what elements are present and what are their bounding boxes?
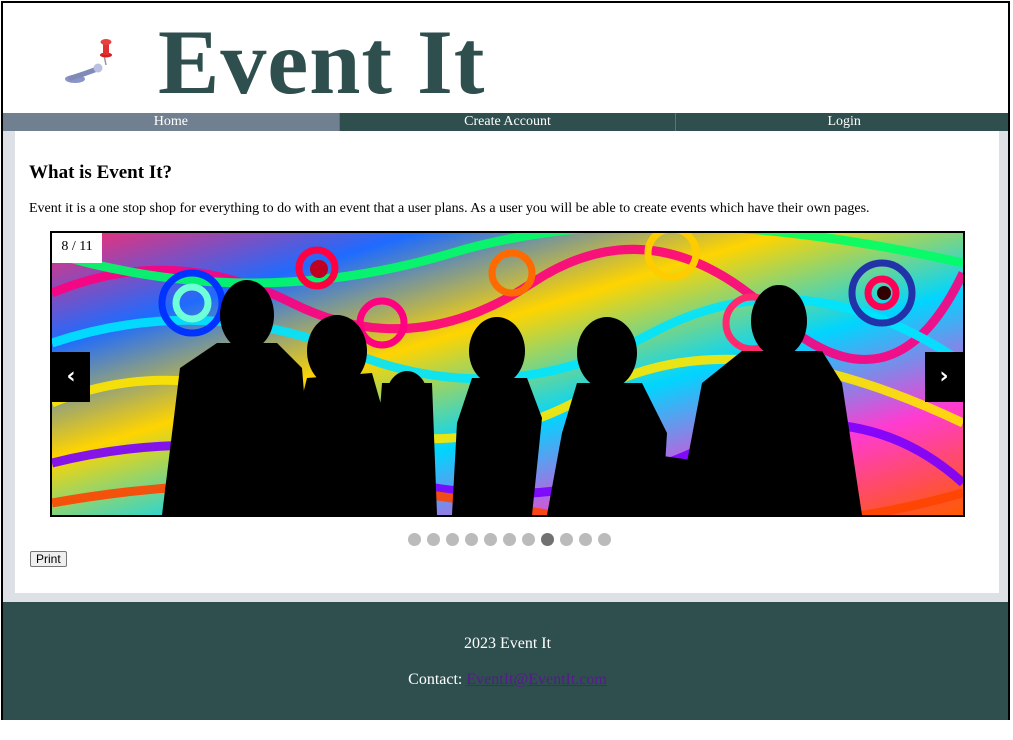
slide-dot[interactable] xyxy=(521,533,535,546)
main-area: What is Event It? Event it is a one stop… xyxy=(3,131,1008,602)
slide-dot[interactable] xyxy=(597,533,611,546)
slide-dot[interactable] xyxy=(502,533,516,546)
slide-dots xyxy=(15,533,1001,546)
site-footer: 2023 Event It Contact: EventIt@EventIt.c… xyxy=(3,602,1008,720)
nav-create-account[interactable]: Create Account xyxy=(338,113,676,131)
chevron-left-icon: ‹ xyxy=(66,364,76,389)
slide-dot[interactable] xyxy=(559,533,573,546)
contact-label: Contact: xyxy=(408,671,463,688)
content-panel: What is Event It? Event it is a one stop… xyxy=(15,131,999,593)
main-nav: Home Create Account Login xyxy=(3,113,1008,131)
next-slide-button[interactable]: › xyxy=(925,352,963,402)
slideshow: 8 / 11 ‹ › xyxy=(50,231,965,517)
slide-dot[interactable] xyxy=(540,533,554,546)
page-frame: Event It Home Create Account Login What … xyxy=(1,1,1010,720)
print-button[interactable]: Print xyxy=(30,551,67,567)
contact-email-link[interactable]: EventIt@EventIt.com xyxy=(466,671,606,688)
pushpin-logo-icon xyxy=(65,39,112,83)
slide-dot[interactable] xyxy=(445,533,459,546)
slide-dot[interactable] xyxy=(464,533,478,546)
slide-dot[interactable] xyxy=(407,533,421,546)
slide-dot[interactable] xyxy=(483,533,497,546)
nav-login[interactable]: Login xyxy=(675,113,1008,131)
page-heading: What is Event It? xyxy=(29,162,173,183)
intro-text: Event it is a one stop shop for everythi… xyxy=(29,201,870,216)
site-title: Event It xyxy=(158,11,486,113)
slide-counter: 8 / 11 xyxy=(52,233,102,263)
site-header: Event It xyxy=(3,3,1008,113)
copyright-text: 2023 Event It xyxy=(463,635,552,652)
contact-line: Contact: EventIt@EventIt.com xyxy=(3,671,1008,689)
slide-image xyxy=(52,233,963,515)
prev-slide-button[interactable]: ‹ xyxy=(52,352,90,402)
nav-home[interactable]: Home xyxy=(3,113,339,131)
chevron-right-icon: › xyxy=(939,364,949,389)
slide-dot[interactable] xyxy=(426,533,440,546)
slide-dot[interactable] xyxy=(578,533,592,546)
